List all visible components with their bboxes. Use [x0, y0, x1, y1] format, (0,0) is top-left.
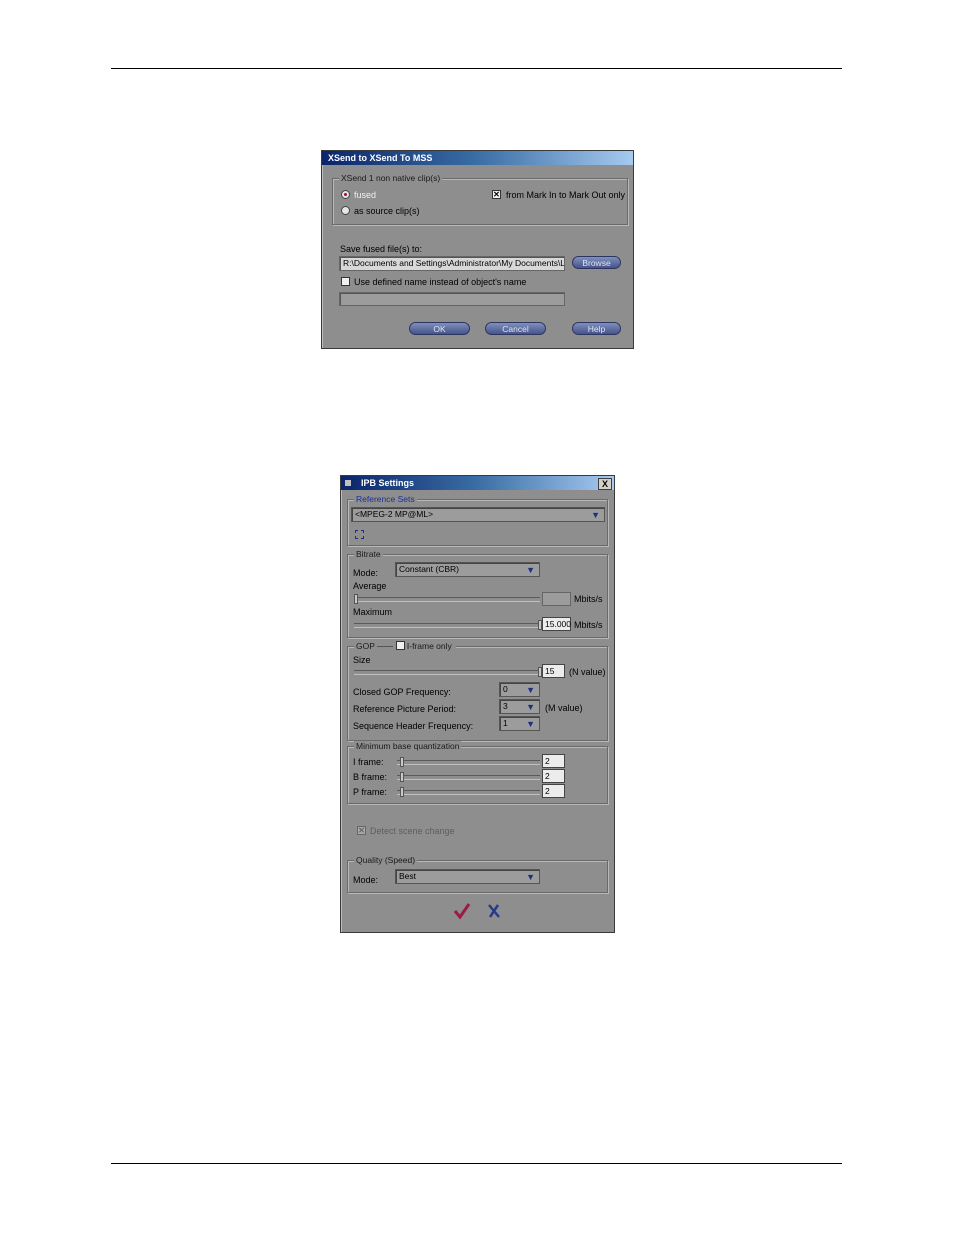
quality-mode-value: Best: [399, 871, 417, 881]
closed-gop-label: Closed GOP Frequency:: [353, 687, 451, 697]
iframe-only-checkbox[interactable]: [395, 641, 405, 651]
detect-scene-checkbox[interactable]: ✕: [357, 826, 366, 835]
gop-size-label: Size: [353, 655, 371, 665]
gop-size-slider[interactable]: [354, 667, 542, 677]
chevron-down-icon: ▼: [526, 685, 535, 695]
seq-header-dropdown[interactable]: 1 ▼: [499, 716, 540, 731]
maximum-slider[interactable]: [354, 620, 542, 630]
maximum-label: Maximum: [353, 607, 393, 617]
mark-in-out-label: from Mark In to Mark Out only: [506, 190, 626, 200]
ipb-settings-dialog: IPB Settings X Reference Sets <MPEG-2 MP…: [340, 475, 615, 933]
bitrate-mode-value: Constant (CBR): [399, 564, 459, 574]
reference-sets-edit-icon[interactable]: [355, 530, 364, 539]
i-frame-input[interactable]: 2: [542, 754, 565, 768]
reference-sets-dropdown[interactable]: <MPEG-2 MP@ML> ▼: [351, 507, 605, 522]
seq-header-label: Sequence Header Frequency:: [353, 721, 474, 731]
app-icon: [345, 480, 351, 486]
gop-size-unit: (N value): [569, 667, 606, 677]
use-defined-name-label: Use defined name instead of object's nam…: [354, 277, 527, 287]
chevron-down-icon: ▼: [591, 510, 600, 520]
ok-check-icon[interactable]: [453, 902, 471, 920]
reference-sets-label: Reference Sets: [354, 494, 417, 504]
chevron-down-icon: ▼: [526, 565, 535, 575]
i-frame-slider[interactable]: [397, 757, 540, 767]
bottom-rule: [111, 1163, 842, 1164]
dialog-title: IPB Settings: [361, 478, 415, 488]
average-input[interactable]: [542, 592, 571, 606]
detect-scene-label: Detect scene change: [370, 826, 455, 836]
average-unit: Mbits/s: [574, 594, 603, 604]
seq-header-value: 1: [503, 718, 508, 728]
quality-label: Quality (Speed): [354, 855, 418, 865]
p-frame-label: P frame:: [353, 787, 387, 797]
ref-period-label: Reference Picture Period:: [353, 704, 457, 714]
ref-period-dropdown[interactable]: 3 ▼: [499, 699, 540, 714]
average-slider[interactable]: [354, 594, 540, 604]
quantization-label: Minimum base quantization: [354, 741, 462, 751]
gop-size-input[interactable]: 15: [542, 664, 565, 678]
clip-options-group: XSend 1 non native clip(s): [332, 173, 628, 225]
cancel-button[interactable]: Cancel: [485, 322, 546, 335]
browse-button[interactable]: Browse: [572, 256, 621, 269]
ref-period-unit: (M value): [545, 703, 583, 713]
chevron-down-icon: ▼: [526, 719, 535, 729]
xsend-dialog: XSend to XSend To MSS XSend 1 non native…: [321, 150, 634, 349]
b-frame-label: B frame:: [353, 772, 388, 782]
i-frame-label: I frame:: [353, 757, 384, 767]
iframe-only-label: I-frame only: [406, 641, 452, 651]
bitrate-mode-dropdown[interactable]: Constant (CBR) ▼: [395, 562, 540, 577]
p-frame-input[interactable]: 2: [542, 784, 565, 798]
b-frame-slider[interactable]: [397, 772, 540, 782]
close-icon[interactable]: X: [598, 478, 612, 490]
gop-label-text: GOP: [356, 641, 375, 651]
closed-gop-value: 0: [503, 684, 508, 694]
chevron-down-icon: ▼: [526, 872, 535, 882]
mark-in-out-checkbox[interactable]: ✕: [492, 190, 501, 199]
quality-mode-label: Mode:: [353, 875, 379, 885]
use-defined-name-checkbox[interactable]: [341, 277, 350, 286]
dialog-title: XSend to XSend To MSS: [322, 151, 633, 165]
cancel-x-icon[interactable]: [486, 903, 502, 919]
p-frame-slider[interactable]: [397, 787, 540, 797]
dialog-title-bar: IPB Settings: [341, 476, 614, 490]
reference-sets-value: <MPEG-2 MP@ML>: [355, 509, 434, 519]
closed-gop-dropdown[interactable]: 0 ▼: [499, 682, 540, 697]
defined-name-input[interactable]: [339, 292, 565, 306]
quality-mode-dropdown[interactable]: Best ▼: [395, 869, 540, 884]
source-clips-label: as source clip(s): [354, 206, 420, 216]
fused-radio[interactable]: [341, 190, 350, 199]
source-clips-radio[interactable]: [341, 206, 350, 215]
group-label: XSend 1 non native clip(s): [339, 173, 443, 183]
chevron-down-icon: ▼: [526, 702, 535, 712]
ok-button[interactable]: OK: [409, 322, 470, 335]
help-button[interactable]: Help: [572, 322, 621, 335]
average-label: Average: [353, 581, 387, 591]
save-label: Save fused file(s) to:: [340, 244, 423, 254]
maximum-input[interactable]: 15.000: [542, 617, 571, 631]
maximum-unit: Mbits/s: [574, 620, 603, 630]
bitrate-label: Bitrate: [354, 549, 383, 559]
path-input[interactable]: R:\Documents and Settings\Administrator\…: [339, 256, 565, 271]
top-rule: [111, 68, 842, 69]
fused-label: fused: [354, 190, 377, 200]
ref-period-value: 3: [503, 701, 508, 711]
bitrate-mode-label: Mode:: [353, 568, 379, 578]
b-frame-input[interactable]: 2: [542, 769, 565, 783]
gop-label: GOP I-frame only: [354, 641, 456, 652]
